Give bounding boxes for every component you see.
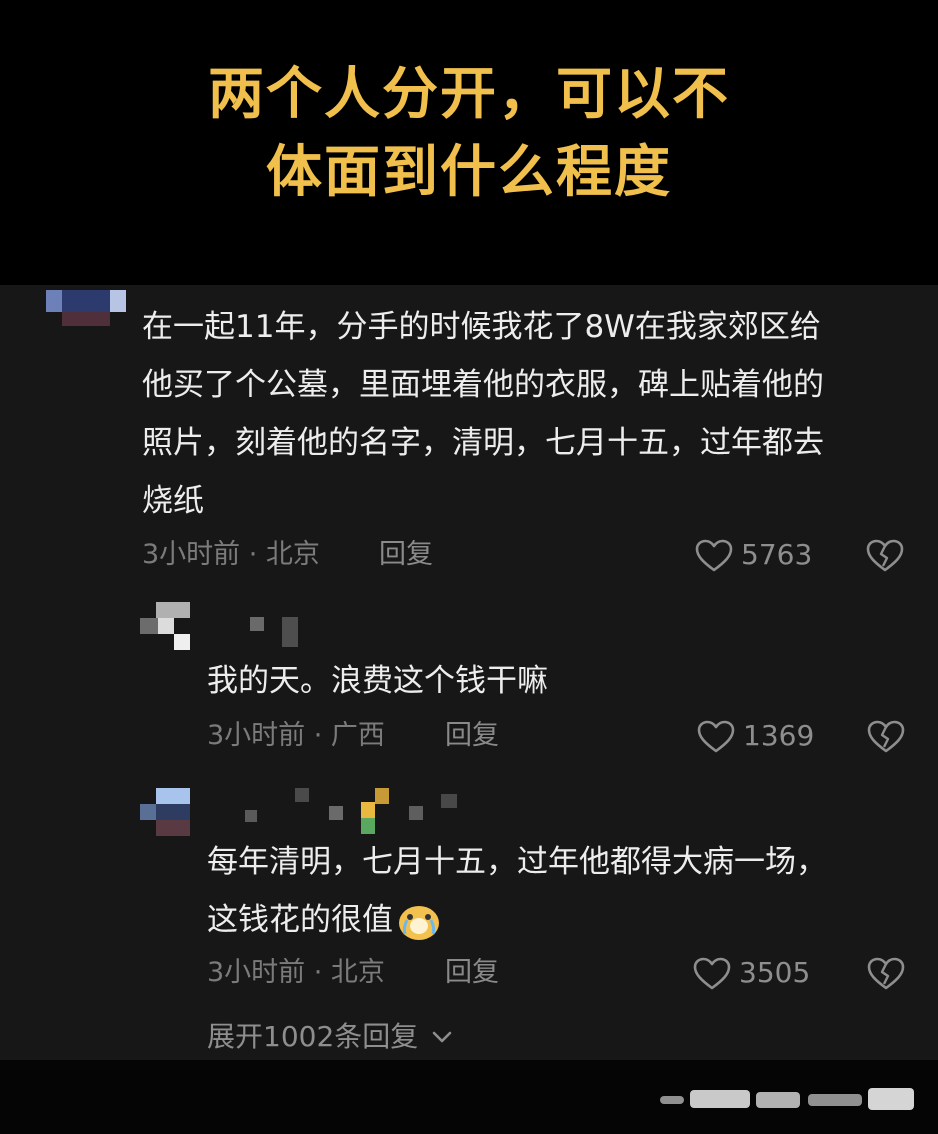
reply-button[interactable]: 回复 [445,716,499,756]
reply-button[interactable]: 回复 [445,953,499,993]
comment-text-line: 每年清明，七月十五，过年他都得大病一场， [207,844,827,880]
comment-text-line: 这钱花的很值 [207,891,922,949]
comment-text-segment: 这钱花的很值 [207,902,393,938]
expand-replies-label: 展开1002条回复 [207,1020,419,1053]
avatar[interactable] [46,290,126,336]
comment-meta: 3小时前 · 北京 回复 3505 [207,953,922,993]
like-count: 1369 [743,719,815,752]
broken-heart-icon[interactable] [867,957,905,991]
comment-text-line: 照片，刻着他的名字，清明，七月十五，过年都去 [142,425,824,461]
comment-text-line: 烧纸 [142,483,204,519]
comment-time-location: 3小时前 · 北京 [207,957,385,988]
comment-time-location: 3小时前 · 广西 [207,720,385,751]
comment-text: 在一起11年，分手的时候我花了8W在我家郊区给 他买了个公墓，里面埋着他的衣服，… [142,298,922,530]
comment-time-location: 3小时前 · 北京 [142,539,320,570]
reply-button[interactable]: 回复 [379,535,433,575]
crying-laughing-emoji [399,905,439,940]
avatar[interactable] [140,602,190,650]
like-count: 5763 [741,538,813,571]
comment-text: 每年清明，七月十五，过年他都得大病一场， 这钱花的很值 [207,833,922,949]
heart-outline-icon [693,957,731,990]
heart-outline-icon [697,720,735,753]
chevron-down-icon [432,1031,452,1043]
title-line-1: 两个人分开，可以不 [208,62,730,127]
watermark [660,1086,920,1112]
title-banner: 两个人分开，可以不 体面到什么程度 [0,0,938,285]
comment-text-line: 在一起11年，分手的时候我花了8W在我家郊区给 [142,309,821,345]
screenshot: 两个人分开，可以不 体面到什么程度 在一起11年，分手的时候我花了8W在我家郊区… [0,0,938,1134]
avatar[interactable] [140,788,190,838]
comment-text-line: 他买了个公墓，里面埋着他的衣服，碑上贴着他的 [142,367,824,403]
like-count: 3505 [739,956,811,989]
comment-meta: 3小时前 · 广西 回复 1369 [207,716,922,756]
title-line-2: 体面到什么程度 [266,140,672,205]
heart-outline-icon [695,539,733,572]
comment-meta: 3小时前 · 北京 回复 5763 [142,535,922,575]
comment-text-line: 我的天。浪费这个钱干嘛 [207,663,548,699]
broken-heart-icon[interactable] [866,539,904,573]
broken-heart-icon[interactable] [867,720,905,754]
username-redacted [250,617,300,649]
comment-text: 我的天。浪费这个钱干嘛 [207,652,907,710]
username-redacted [245,788,525,838]
expand-replies-button[interactable]: 展开1002条回复 [207,1016,453,1057]
